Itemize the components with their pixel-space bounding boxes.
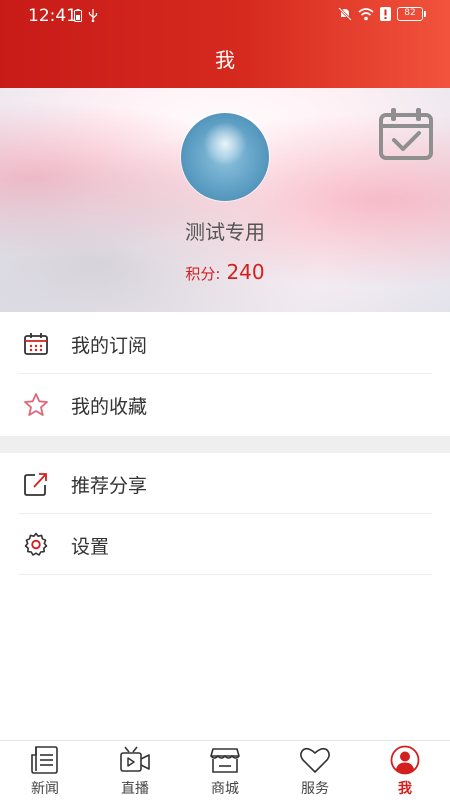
menu-item-favorites[interactable]: 我的收藏: [18, 374, 432, 435]
menu-item-share[interactable]: 推荐分享: [18, 453, 432, 514]
battery-indicator: 82: [397, 7, 426, 21]
gear-icon: [24, 532, 48, 556]
page-title: 我: [215, 48, 235, 72]
username: 测试专用: [185, 220, 265, 244]
battery-saver-icon: [74, 9, 82, 22]
menu-item-label: 推荐分享: [71, 475, 148, 497]
tab-store[interactable]: 商城: [180, 741, 270, 800]
menu-item-label: 设置: [71, 536, 110, 558]
app-header: 12:41 82 我: [0, 0, 450, 88]
news-icon: [31, 746, 58, 774]
tab-services[interactable]: 服务: [270, 741, 360, 800]
points-value: 240: [226, 260, 265, 284]
tab-label: 我: [398, 781, 412, 797]
calendar-icon: [24, 333, 48, 355]
profile-card: 测试专用 积分: 240: [0, 88, 450, 312]
alert-icon: [380, 7, 391, 21]
tab-label: 直播: [121, 781, 149, 797]
points-display: 积分: 240: [0, 260, 450, 284]
mute-icon: [338, 7, 352, 21]
menu-item-label: 我的订阅: [71, 335, 148, 357]
star-icon: [24, 393, 48, 416]
tab-label: 新闻: [31, 781, 59, 797]
section-divider: [0, 436, 450, 453]
calendar-check-icon[interactable]: [379, 108, 433, 160]
tab-news[interactable]: 新闻: [0, 741, 90, 800]
user-icon: [390, 745, 420, 775]
tab-live[interactable]: 直播: [90, 741, 180, 800]
usb-icon: [88, 9, 98, 22]
menu-item-label: 我的收藏: [71, 396, 148, 418]
menu-item-subscriptions[interactable]: 我的订阅: [18, 313, 432, 374]
menu-item-settings[interactable]: 设置: [18, 514, 432, 575]
share-icon: [24, 473, 47, 496]
avatar[interactable]: [181, 113, 269, 201]
battery-level: 82: [397, 7, 423, 21]
bottom-tab-bar: 新闻 直播 商城 服务 我: [0, 740, 450, 800]
store-icon: [210, 748, 240, 773]
menu-group-other: 推荐分享 设置: [0, 453, 450, 575]
wifi-icon: [358, 7, 374, 20]
menu-group-personal: 我的订阅 我的收藏: [0, 313, 450, 435]
tab-label: 服务: [301, 781, 329, 797]
heart-icon: [300, 747, 330, 773]
tab-label: 商城: [211, 781, 239, 797]
status-time: 12:41: [28, 6, 77, 26]
live-video-icon: [120, 746, 150, 772]
tab-me[interactable]: 我: [360, 741, 450, 800]
points-label: 积分:: [185, 265, 221, 283]
status-bar: 12:41 82: [0, 0, 450, 32]
